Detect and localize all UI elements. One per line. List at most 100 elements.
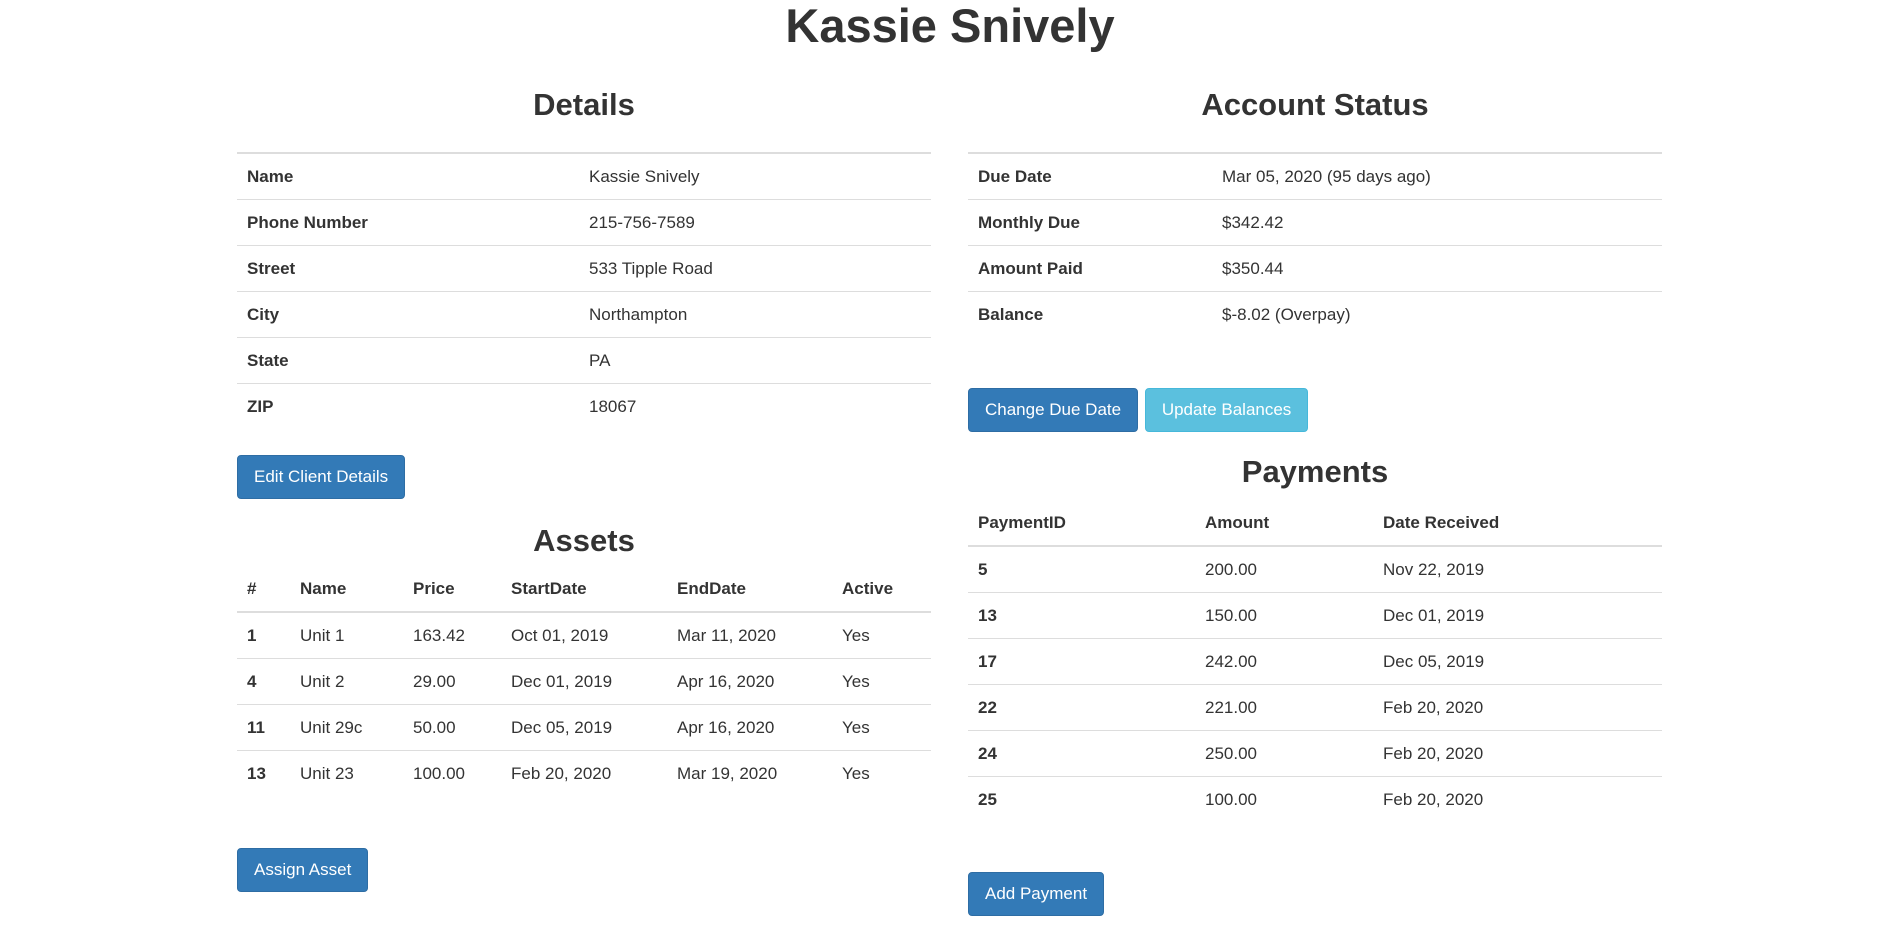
table-row: 24 250.00 Feb 20, 2020 bbox=[968, 730, 1662, 777]
details-label: Street bbox=[237, 245, 579, 292]
payment-date: Feb 20, 2020 bbox=[1383, 789, 1484, 809]
details-row-state: State PA bbox=[237, 337, 931, 384]
asset-price: 29.00 bbox=[403, 658, 501, 705]
table-row: 5 200.00 Nov 22, 2019 bbox=[968, 546, 1662, 593]
table-row: 25 100.00 Feb 20, 2020 bbox=[968, 777, 1662, 823]
asset-id: 13 bbox=[247, 763, 266, 783]
details-value: PA bbox=[579, 337, 931, 384]
asset-id: 4 bbox=[237, 658, 290, 705]
column-header: Amount bbox=[1195, 500, 1373, 547]
table-row: 11 Unit 29c 50.00 Dec 05, 2019 Apr 16, 2… bbox=[237, 704, 931, 751]
payment-id: 25 bbox=[978, 789, 997, 809]
details-value: 18067 bbox=[589, 396, 637, 416]
asset-end-date: Apr 16, 2020 bbox=[667, 658, 832, 705]
assets-heading: Assets bbox=[533, 523, 635, 558]
payment-amount: 242.00 bbox=[1195, 638, 1373, 685]
payment-date: Feb 20, 2020 bbox=[1373, 730, 1662, 777]
payment-amount: 250.00 bbox=[1195, 730, 1373, 777]
status-value: $342.42 bbox=[1212, 199, 1662, 246]
asset-start-date: Feb 20, 2020 bbox=[511, 763, 612, 783]
payment-id: 13 bbox=[968, 592, 1195, 639]
details-value: 215-756-7589 bbox=[579, 199, 931, 246]
status-label: Due Date bbox=[968, 153, 1212, 200]
status-label: Monthly Due bbox=[968, 199, 1212, 246]
column-header: Name bbox=[290, 566, 403, 613]
details-row-city: City Northampton bbox=[237, 291, 931, 338]
table-row: 4 Unit 2 29.00 Dec 01, 2019 Apr 16, 2020… bbox=[237, 658, 931, 705]
account-status-heading: Account Status bbox=[1201, 87, 1429, 122]
asset-name: Unit 29c bbox=[290, 704, 403, 751]
details-section: Name Kassie Snively Phone Number 215-756… bbox=[237, 128, 931, 429]
details-table: Name Kassie Snively Phone Number 215-756… bbox=[237, 152, 931, 429]
asset-price: 163.42 bbox=[403, 612, 501, 659]
payment-id: 5 bbox=[968, 546, 1195, 593]
edit-client-details-button[interactable]: Edit Client Details bbox=[237, 455, 406, 499]
details-label: State bbox=[237, 337, 579, 384]
status-label: Balance bbox=[978, 304, 1044, 324]
column-header: Price bbox=[403, 566, 501, 613]
asset-price: 100.00 bbox=[413, 763, 465, 783]
assets-header-row: # Name Price StartDate EndDate Active bbox=[237, 566, 931, 613]
payment-amount: 100.00 bbox=[1205, 789, 1257, 809]
asset-name: Unit 2 bbox=[290, 658, 403, 705]
update-balances-button[interactable]: Update Balances bbox=[1144, 388, 1309, 432]
asset-start-date: Oct 01, 2019 bbox=[501, 612, 667, 659]
asset-end-date: Apr 16, 2020 bbox=[667, 704, 832, 751]
column-header: # bbox=[237, 566, 290, 613]
payment-amount: 150.00 bbox=[1195, 592, 1373, 639]
details-value: Kassie Snively bbox=[579, 153, 931, 200]
status-row-balance: Balance $-8.02 (Overpay) bbox=[968, 292, 1662, 338]
details-row-street: Street 533 Tipple Road bbox=[237, 245, 931, 292]
asset-end-date: Mar 11, 2020 bbox=[667, 612, 832, 659]
column-header: Date Received bbox=[1373, 500, 1662, 547]
details-value: Northampton bbox=[579, 291, 931, 338]
payment-amount: 200.00 bbox=[1195, 546, 1373, 593]
status-value: $350.44 bbox=[1212, 245, 1662, 292]
payments-section: PaymentID Amount Date Received 5 200.00 … bbox=[968, 500, 1662, 822]
table-row: 13 150.00 Dec 01, 2019 bbox=[968, 592, 1662, 639]
asset-start-date: Dec 01, 2019 bbox=[501, 658, 667, 705]
table-row: 13 Unit 23 100.00 Feb 20, 2020 Mar 19, 2… bbox=[237, 751, 931, 797]
details-heading: Details bbox=[533, 87, 635, 122]
asset-end-date: Mar 19, 2020 bbox=[677, 763, 778, 783]
details-label: Phone Number bbox=[237, 199, 579, 246]
table-row: 17 242.00 Dec 05, 2019 bbox=[968, 638, 1662, 685]
payment-date: Dec 01, 2019 bbox=[1373, 592, 1662, 639]
payments-table: PaymentID Amount Date Received 5 200.00 … bbox=[968, 500, 1662, 822]
column-header: EndDate bbox=[667, 566, 832, 613]
payment-date: Feb 20, 2020 bbox=[1373, 684, 1662, 731]
table-row: 22 221.00 Feb 20, 2020 bbox=[968, 684, 1662, 731]
status-row-monthly-due: Monthly Due $342.42 bbox=[968, 199, 1662, 246]
column-header: StartDate bbox=[501, 566, 667, 613]
asset-active: Yes bbox=[842, 763, 870, 783]
change-due-date-button[interactable]: Change Due Date bbox=[968, 388, 1139, 432]
asset-active: Yes bbox=[832, 612, 931, 659]
asset-id: 1 bbox=[237, 612, 290, 659]
column-header: PaymentID bbox=[968, 500, 1195, 547]
account-status-table: Due Date Mar 05, 2020 (95 days ago) Mont… bbox=[968, 152, 1662, 337]
table-row: 1 Unit 1 163.42 Oct 01, 2019 Mar 11, 202… bbox=[237, 612, 931, 659]
details-label: Name bbox=[237, 153, 579, 200]
asset-active: Yes bbox=[832, 658, 931, 705]
payment-id: 17 bbox=[968, 638, 1195, 685]
status-value: Mar 05, 2020 (95 days ago) bbox=[1212, 153, 1662, 200]
details-value: 533 Tipple Road bbox=[579, 245, 931, 292]
assign-asset-button[interactable]: Assign Asset bbox=[237, 848, 369, 892]
asset-active: Yes bbox=[832, 704, 931, 751]
status-label: Amount Paid bbox=[968, 245, 1212, 292]
asset-name: Unit 1 bbox=[290, 612, 403, 659]
details-label: City bbox=[237, 291, 579, 338]
assets-table: # Name Price StartDate EndDate Active 1 … bbox=[237, 566, 931, 796]
column-header: Active bbox=[832, 566, 931, 613]
payments-heading: Payments bbox=[1241, 454, 1389, 489]
page-title: Kassie Snively bbox=[785, 0, 1115, 52]
asset-id: 11 bbox=[237, 704, 290, 751]
payment-date: Nov 22, 2019 bbox=[1373, 546, 1662, 593]
account-status-section: Due Date Mar 05, 2020 (95 days ago) Mont… bbox=[968, 128, 1662, 337]
asset-start-date: Dec 05, 2019 bbox=[501, 704, 667, 751]
payment-id: 24 bbox=[968, 730, 1195, 777]
payment-amount: 221.00 bbox=[1195, 684, 1373, 731]
status-value: $-8.02 (Overpay) bbox=[1222, 304, 1351, 324]
payment-id: 22 bbox=[968, 684, 1195, 731]
add-payment-button[interactable]: Add Payment bbox=[968, 872, 1105, 916]
